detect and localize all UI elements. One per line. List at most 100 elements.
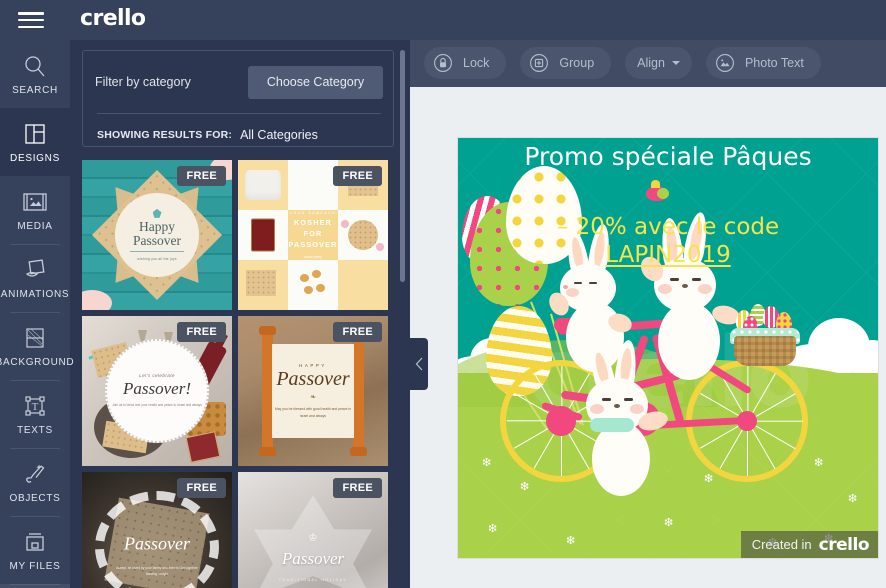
rod-knob: [259, 326, 276, 335]
nut-shape: [312, 270, 321, 278]
top-bar: crello: [0, 0, 886, 40]
free-badge: FREE: [333, 166, 382, 186]
collage-cell: [238, 210, 288, 260]
search-icon: [22, 53, 48, 79]
design-canvas[interactable]: crello Promo spéciale Pâques – 20% avec …: [458, 138, 878, 558]
template-thumbnail[interactable]: HAPPY Passover ❧ May you be blessed with…: [238, 316, 388, 466]
napkin-shape: [245, 170, 281, 200]
sidebar-item-label: ANIMATIONS: [0, 288, 70, 300]
canvas-toolbar: Lock Group Align Photo Text: [410, 40, 886, 87]
template-title: Passover: [281, 549, 345, 568]
collage-cell: [288, 160, 338, 210]
sidebar-item-label: DESIGNS: [10, 152, 60, 164]
template-thumbnail[interactable]: ♔ Passover TRADITIONAL HOLIDAY FREE: [238, 472, 388, 588]
collapse-panel-button[interactable]: [410, 338, 428, 390]
workspace: Lock Group Align Photo Text Promo spécia…: [410, 40, 886, 588]
sidebar-item-objects[interactable]: OBJECTS: [0, 448, 70, 516]
template-subtitle: wishing you all the joys: [137, 257, 177, 262]
animations-icon: [22, 257, 48, 283]
sidebar-item-shortcut[interactable]: SHORTCUT: [0, 584, 70, 588]
nut-shape: [316, 284, 325, 292]
template-thumbnail[interactable]: CHAG SAMEACH KOSHER FOR PASSOVER seder p…: [238, 160, 388, 310]
filter-row: Filter by category Choose Category: [83, 51, 395, 113]
template-thumbnail[interactable]: Let's celebrate Passover! Join us to ble…: [82, 316, 232, 466]
sidebar-item-label: MEDIA: [17, 220, 53, 232]
crown-icon: ♔: [308, 532, 318, 544]
collage-cell: [288, 260, 338, 310]
divider: [130, 251, 184, 253]
chevron-down-icon: [671, 61, 680, 65]
sidebar-item-label: BACKGROUND: [0, 356, 75, 368]
svg-text:T: T: [32, 401, 39, 413]
sidebar-item-animations[interactable]: ANIMATIONS: [0, 244, 70, 312]
collage-cell: [238, 260, 288, 310]
rod-knob: [350, 447, 367, 456]
photo-text-button[interactable]: Photo Text: [705, 47, 821, 79]
sidebar-item-media[interactable]: MEDIA: [0, 176, 70, 244]
sidebar-item-background[interactable]: BACKGROUND: [0, 312, 74, 380]
collage-cell: [238, 160, 288, 210]
sidebar-item-search[interactable]: SEARCH: [0, 40, 70, 108]
choose-category-button[interactable]: Choose Category: [248, 65, 383, 99]
chevron-left-icon: [415, 357, 422, 371]
rod-knob: [259, 447, 276, 456]
template-title-line2: PASSOVER: [288, 239, 338, 249]
filter-box: Filter by category Choose Category SHOWI…: [82, 50, 394, 147]
template-subtitle: Always be loved by your family and frien…: [116, 565, 198, 576]
divider: [97, 113, 381, 114]
lock-label: Lock: [463, 56, 490, 70]
template-subtitle: May you be blessed with good health and …: [274, 407, 352, 418]
template-title: Passover: [124, 533, 190, 554]
lock-button[interactable]: Lock: [424, 47, 507, 79]
sidebar-item-label: MY FILES: [9, 560, 61, 572]
template-title-line2: Passover: [133, 233, 181, 248]
photo-text-icon: [714, 52, 736, 74]
designs-panel: Filter by category Choose Category SHOWI…: [70, 40, 410, 588]
template-title-line1: KOSHER FOR: [294, 218, 332, 239]
scroll-rod: [350, 326, 367, 456]
haggadah-book: [251, 218, 275, 252]
sidebar-item-label: SEARCH: [12, 84, 58, 96]
collage-cell: [338, 210, 388, 260]
group-icon: [528, 52, 550, 74]
ornament-icon: [152, 208, 162, 218]
sidebar-item-label: TEXTS: [17, 424, 53, 436]
hamburger-icon[interactable]: [18, 9, 44, 31]
collage-cell-title: CHAG SAMEACH KOSHER FOR PASSOVER seder p…: [288, 210, 338, 260]
left-sidebar: SEARCH DESIGNS MEDIA ANIMATIONS BACKGROU…: [0, 40, 74, 588]
align-button[interactable]: Align: [625, 47, 692, 79]
free-badge: FREE: [333, 322, 382, 342]
texts-icon: T: [23, 393, 47, 419]
panel-scrollbar[interactable]: [400, 50, 405, 282]
template-eyebrow: CHAG SAMEACH: [289, 211, 337, 216]
template-thumbnail[interactable]: Happy Passover wishing you all the joys …: [82, 160, 232, 310]
basket-body: [734, 336, 796, 366]
free-badge: FREE: [177, 322, 226, 342]
easter-basket: [730, 302, 800, 366]
title-circle: Happy Passover wishing you all the joys: [115, 193, 199, 277]
sidebar-item-designs[interactable]: DESIGNS: [0, 108, 70, 176]
design-canvas-wrapper[interactable]: crello Promo spéciale Pâques – 20% avec …: [458, 138, 878, 558]
scroll-paper: HAPPY Passover ❧ May you be blessed with…: [272, 344, 354, 438]
canvas-subline-2[interactable]: LAPIN2019: [458, 242, 878, 268]
group-button[interactable]: Group: [520, 47, 612, 79]
nut-shape: [304, 286, 313, 294]
flower-shape: [376, 243, 384, 251]
sidebar-item-my-files[interactable]: MY FILES: [0, 516, 70, 584]
canvas-subline-1[interactable]: – 20% avec le code: [458, 214, 878, 240]
template-thumbnail[interactable]: Passover Always be loved by your family …: [82, 472, 232, 588]
template-subtitle: TRADITIONAL HOLIDAY: [278, 578, 348, 582]
created-in-crello-badge: Created in crello: [740, 531, 878, 558]
matzo-round-shape: [348, 220, 378, 250]
lock-icon: [432, 52, 454, 74]
media-icon: [22, 189, 48, 215]
sidebar-item-texts[interactable]: T TEXTS: [0, 380, 70, 448]
free-badge: FREE: [333, 478, 382, 498]
sidebar-item-label: OBJECTS: [9, 492, 61, 504]
bird-decoration: [646, 180, 669, 201]
canvas-headline[interactable]: Promo spéciale Pâques: [458, 142, 878, 171]
background-icon: [23, 325, 47, 351]
showing-results-value: All Categories: [240, 128, 318, 142]
nut-shape: [300, 274, 309, 282]
crello-logo[interactable]: crello: [80, 6, 146, 31]
